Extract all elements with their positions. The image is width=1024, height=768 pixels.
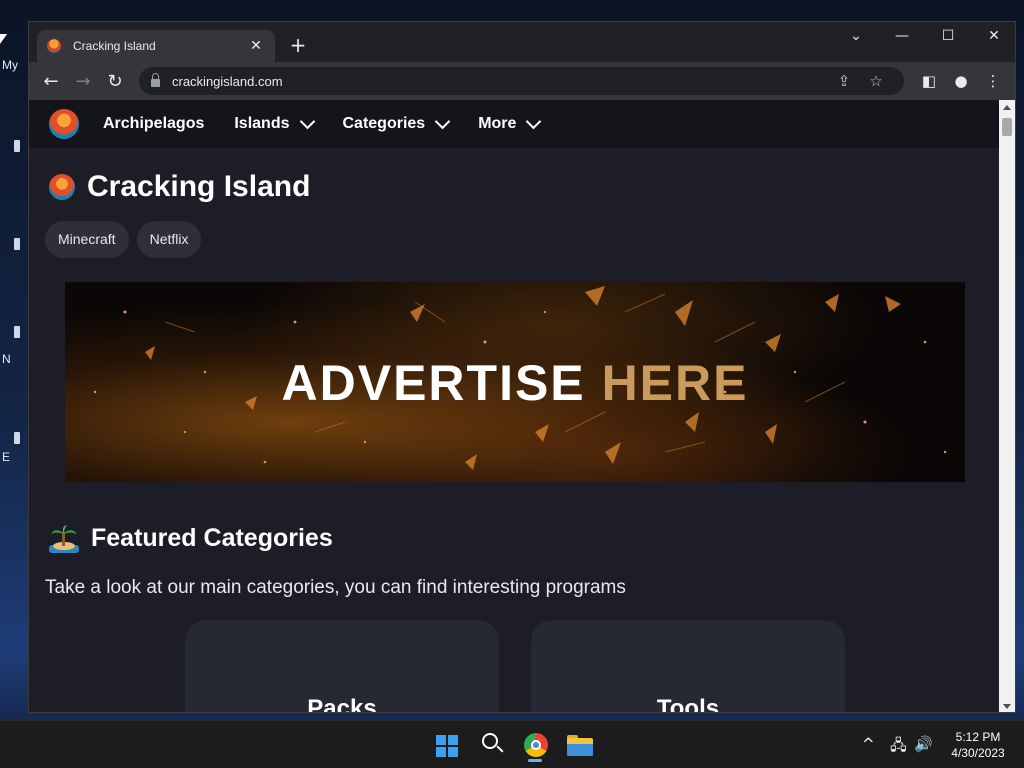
nav-item-islands[interactable]: Islands [234, 113, 315, 133]
nav-item-categories[interactable]: Categories [342, 113, 451, 133]
nav-item-more[interactable]: More [478, 113, 542, 133]
mouse-cursor [0, 34, 7, 44]
section-title: Featured Categories [91, 524, 333, 552]
tab-search-button[interactable]: ⌄ [841, 28, 871, 44]
browser-menu-icon[interactable]: ⋮ [977, 72, 1009, 90]
chevron-down-icon [434, 113, 451, 129]
tab-title: Cracking Island [73, 39, 156, 53]
site-favicon-icon [47, 39, 61, 53]
desktop-icon-label[interactable]: N [2, 352, 11, 366]
system-clock[interactable]: 5:12 PM 4/30/2023 [940, 729, 1016, 761]
reload-button[interactable]: ↻ [99, 71, 131, 92]
taskbar-chrome-button[interactable] [518, 729, 552, 762]
banner-headline: ADVERTISE HERE [65, 354, 965, 412]
close-tab-icon[interactable]: ✕ [247, 38, 265, 54]
nav-item-label: Archipelagos [103, 115, 205, 132]
url-text[interactable]: crackingisland.com [172, 74, 828, 89]
start-button[interactable] [428, 729, 462, 761]
chevron-down-icon [299, 113, 315, 129]
section-description: Take a look at our main categories, you … [45, 577, 626, 598]
lock-icon[interactable] [151, 73, 160, 87]
page-title: Cracking Island [87, 170, 311, 203]
folder-icon-front [567, 744, 593, 756]
active-app-indicator [528, 759, 542, 762]
back-button[interactable]: ← [35, 71, 67, 92]
desktop-icon[interactable] [14, 238, 20, 250]
nav-item-label: Islands [234, 115, 290, 132]
search-icon-handle [496, 745, 504, 753]
browser-titlebar: Cracking Island ✕ + ⌄ — ☐ ✕ [29, 22, 1015, 62]
taskbar-search-button[interactable] [474, 729, 508, 761]
tag-chips: Minecraft Netflix [45, 221, 209, 258]
browser-tab[interactable]: Cracking Island ✕ [37, 30, 275, 62]
network-icon[interactable]: 🖧 [890, 735, 907, 760]
nav-item-label: More [478, 115, 517, 132]
share-icon[interactable]: ⇪ [828, 72, 860, 90]
page-viewport: Archipelagos Islands Categories More Cra… [29, 100, 1001, 713]
featured-header: Featured Categories [49, 524, 333, 553]
category-card-packs[interactable]: Packs [185, 620, 499, 713]
nav-item-archipelagos[interactable]: Archipelagos [103, 115, 204, 133]
desktop-icon-label[interactable]: My [2, 58, 18, 72]
page-scrollbar[interactable] [999, 100, 1015, 712]
advertise-banner[interactable]: ADVERTISE HERE [65, 282, 965, 482]
browser-window: Cracking Island ✕ + ⌄ — ☐ ✕ ← → ↻ cracki… [28, 21, 1016, 713]
banner-text-white: ADVERTISE [281, 355, 586, 411]
scroll-up-arrow-icon[interactable] [1003, 105, 1011, 110]
category-card-label: Tools [656, 695, 720, 713]
toolbar-right-icons: ◧ ● ⋮ [913, 62, 1009, 100]
address-bar[interactable]: crackingisland.com ⇪ ☆ [139, 67, 904, 95]
profile-icon[interactable]: ● [945, 72, 977, 90]
taskbar: ^ 🖧 🔊 5:12 PM 4/30/2023 [0, 720, 1024, 768]
chip-minecraft[interactable]: Minecraft [45, 221, 129, 258]
desktop-icon[interactable] [14, 140, 20, 152]
site-logo-icon [49, 174, 75, 200]
desktop-icon-label[interactable]: E [2, 450, 10, 464]
minimize-button[interactable]: — [887, 28, 917, 44]
site-navbar: Archipelagos Islands Categories More [29, 100, 1001, 148]
scrollbar-thumb[interactable] [1002, 118, 1012, 136]
clock-date: 4/30/2023 [951, 746, 1005, 760]
side-panel-icon[interactable]: ◧ [913, 72, 945, 90]
desktop-icon[interactable] [14, 326, 20, 338]
category-card-label: Packs [307, 695, 377, 713]
volume-icon[interactable]: 🔊 [914, 735, 933, 753]
bookmark-star-icon[interactable]: ☆ [860, 72, 892, 90]
chip-netflix[interactable]: Netflix [136, 221, 202, 258]
scroll-down-arrow-icon[interactable] [1003, 704, 1011, 709]
maximize-button[interactable]: ☐ [933, 28, 963, 44]
page-header: Cracking Island [49, 170, 310, 204]
category-card-tools[interactable]: Tools [531, 620, 845, 713]
windows-logo-icon [436, 735, 458, 757]
chevron-down-icon [526, 113, 542, 129]
desktop-icon[interactable] [14, 432, 20, 444]
nav-item-label: Categories [342, 115, 426, 132]
new-tab-button[interactable]: + [287, 35, 309, 55]
site-logo-icon[interactable] [49, 109, 79, 139]
desktop: My N E [0, 0, 28, 715]
chrome-icon-center [531, 740, 541, 750]
banner-text-gold: HERE [601, 355, 749, 411]
taskbar-file-explorer-button[interactable] [562, 729, 596, 761]
close-window-button[interactable]: ✕ [979, 28, 1009, 44]
desert-island-icon [49, 524, 79, 553]
clock-time: 5:12 PM [955, 730, 1001, 744]
forward-button[interactable]: → [67, 71, 99, 92]
browser-toolbar: ← → ↻ crackingisland.com ⇪ ☆ ◧ ● ⋮ [29, 62, 1015, 100]
show-hidden-icons-chevron-icon[interactable]: ^ [862, 735, 875, 753]
